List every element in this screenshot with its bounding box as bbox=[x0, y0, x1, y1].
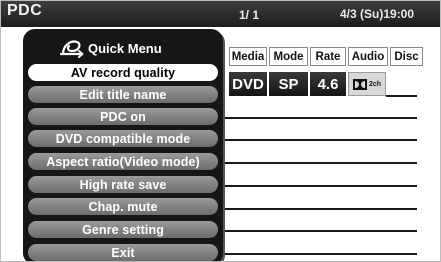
rate-value: 4.6 bbox=[310, 72, 346, 96]
list-row-line bbox=[223, 139, 417, 141]
menu-item-av-record-quality[interactable]: AV record quality bbox=[28, 64, 218, 81]
page-indicator: 1/ 1 bbox=[239, 8, 260, 22]
list-row-line bbox=[223, 253, 417, 255]
quick-menu-title-text: Quick Menu bbox=[88, 41, 162, 56]
list-row-line bbox=[386, 95, 417, 97]
list-row-line bbox=[223, 230, 417, 232]
menu-item-dvd-compatible-mode[interactable]: DVD compatible mode bbox=[28, 130, 218, 147]
column-header-disc: Disc bbox=[390, 47, 423, 66]
menu-item-aspect-ratio[interactable]: Aspect ratio(Video mode) bbox=[28, 153, 218, 170]
list-row-line bbox=[223, 185, 417, 187]
menu-item-exit[interactable]: Exit bbox=[28, 244, 218, 261]
menu-item-chap-mute[interactable]: Chap. mute bbox=[28, 198, 218, 215]
quick-menu-icon bbox=[59, 40, 84, 58]
menu-item-genre-setting[interactable]: Genre setting bbox=[28, 221, 218, 238]
audio-channels: 2ch bbox=[368, 80, 382, 88]
header-bar: PDC 1/ 1 4/3 (Su)19:00 bbox=[1, 1, 440, 27]
date-time: 4/3 (Su)19:00 bbox=[340, 7, 415, 21]
mode-value: SP bbox=[269, 72, 308, 96]
list-row-line bbox=[223, 117, 417, 119]
menu-item-pdc-on[interactable]: PDC on bbox=[28, 108, 218, 125]
audio-value: 2ch bbox=[348, 72, 386, 96]
dolby-digital-icon: 2ch bbox=[352, 78, 382, 90]
column-header-media: Media bbox=[229, 47, 267, 66]
quick-menu-title: Quick Menu bbox=[59, 39, 219, 59]
list-row-line bbox=[223, 208, 417, 210]
column-header-rate: Rate bbox=[310, 47, 346, 66]
column-header-mode: Mode bbox=[269, 47, 308, 66]
app-title: PDC bbox=[7, 2, 43, 19]
menu-item-high-rate-save[interactable]: High rate save bbox=[28, 176, 218, 193]
recorder-screen: PDC 1/ 1 4/3 (Su)19:00 Media Mode Rate A… bbox=[0, 0, 441, 262]
list-row-line bbox=[223, 162, 417, 164]
quick-menu-panel: Quick Menu AV record quality Edit title … bbox=[23, 29, 223, 261]
menu-item-edit-title-name[interactable]: Edit title name bbox=[28, 86, 218, 103]
column-header-audio: Audio bbox=[348, 47, 388, 66]
media-value: DVD bbox=[229, 72, 267, 96]
